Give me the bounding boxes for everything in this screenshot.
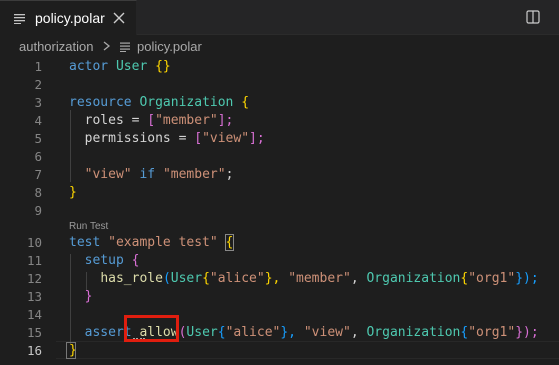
token: "member" xyxy=(288,271,351,286)
token: User xyxy=(115,59,148,74)
line-number-active: 16 xyxy=(26,343,42,358)
chevron-right-icon xyxy=(103,41,111,51)
token: actor xyxy=(69,59,109,74)
token: { xyxy=(224,234,235,251)
token: }, xyxy=(280,325,297,340)
token: } xyxy=(84,289,93,304)
token: { xyxy=(131,253,140,268)
token: "view" xyxy=(84,167,132,182)
token: ( xyxy=(162,271,171,286)
file-lines-icon xyxy=(120,42,130,52)
line-number: 7 xyxy=(34,167,42,182)
token: User xyxy=(186,325,218,340)
token: User xyxy=(170,271,203,286)
token: , xyxy=(350,271,359,286)
token: "view" xyxy=(303,325,351,340)
token: Organization xyxy=(366,325,461,340)
tab-policy-polar[interactable]: policy.polar xyxy=(0,0,137,35)
line-number: 8 xyxy=(34,185,42,200)
line-number: 11 xyxy=(26,253,42,268)
code-line-11: setup { xyxy=(69,253,140,268)
line-number: 3 xyxy=(34,95,42,110)
token: }); xyxy=(515,325,539,340)
code-line-1: actor User {} xyxy=(69,59,171,74)
breadcrumb-file[interactable]: policy.polar xyxy=(137,39,202,54)
highlight-annotation-box xyxy=(124,315,179,342)
token: = xyxy=(131,113,140,128)
code-line-3: resource Organization { xyxy=(69,95,249,110)
token: "alice" xyxy=(209,271,265,286)
line-number: 5 xyxy=(34,131,42,146)
token: if xyxy=(139,167,156,182)
file-lines-icon xyxy=(14,14,25,24)
line-number: 13 xyxy=(26,289,42,304)
token: "example test" xyxy=(108,235,218,250)
token: ]; xyxy=(217,113,234,128)
token: "alice" xyxy=(225,325,281,340)
token: [ xyxy=(147,113,156,128)
code-line-10: test "example test" { xyxy=(69,234,235,251)
token: "member" xyxy=(162,167,226,182)
token: Organization xyxy=(139,95,234,110)
token: [ xyxy=(194,131,203,146)
token: ; xyxy=(225,167,234,182)
token: }, xyxy=(264,271,281,286)
bracket-match-box xyxy=(66,342,76,359)
line-number: 1 xyxy=(34,59,42,74)
token: permissions xyxy=(84,131,171,146)
code-line-4: roles = ["member"]; xyxy=(69,113,234,128)
tab-label: policy.polar xyxy=(35,10,105,26)
line-number: 6 xyxy=(34,149,42,164)
line-number: 9 xyxy=(34,203,42,218)
line-number: 15 xyxy=(26,325,42,340)
token: { xyxy=(202,271,210,286)
code-line-7: "view" if "member"; xyxy=(69,167,234,182)
token: test xyxy=(69,235,101,250)
token: , xyxy=(350,325,359,340)
token: roles xyxy=(84,113,124,128)
code-line-13: } xyxy=(69,289,93,304)
token: "member" xyxy=(155,113,218,128)
token: { xyxy=(217,325,226,340)
token: Organization xyxy=(366,271,461,286)
code-line-12: has_role(User{"alice"}, "member", Organi… xyxy=(69,271,539,286)
token: }); xyxy=(515,271,539,286)
token: {} xyxy=(155,59,171,74)
breadcrumb: authorization policy.polar xyxy=(0,35,559,57)
token: resource xyxy=(69,95,132,110)
code-line-5: permissions = ["view"]; xyxy=(69,131,265,146)
close-icon[interactable] xyxy=(112,11,126,25)
token: setup xyxy=(84,253,124,268)
line-number: 12 xyxy=(26,271,42,286)
token: has_role xyxy=(100,271,163,286)
token: { xyxy=(241,95,250,110)
current-line-highlight xyxy=(56,341,559,359)
token: "org1" xyxy=(468,325,516,340)
code-editor[interactable]: 1 2 3 4 5 6 7 8 9 10 11 12 13 14 15 16 a… xyxy=(0,57,559,365)
token: ]; xyxy=(249,131,265,146)
tab-bar: policy.polar xyxy=(0,0,559,35)
split-editor-icon[interactable] xyxy=(526,10,540,24)
line-number: 14 xyxy=(26,307,42,322)
breadcrumb-folder[interactable]: authorization xyxy=(19,39,93,54)
token: "org1" xyxy=(468,271,516,286)
line-number: 2 xyxy=(34,77,42,92)
run-test-codelens[interactable]: Run Test xyxy=(69,221,108,232)
line-number: 4 xyxy=(34,113,42,128)
line-number: 10 xyxy=(26,235,42,250)
token: = xyxy=(178,131,187,146)
code-line-8: } xyxy=(69,185,77,200)
token: "view" xyxy=(202,131,250,146)
token: } xyxy=(69,185,77,200)
